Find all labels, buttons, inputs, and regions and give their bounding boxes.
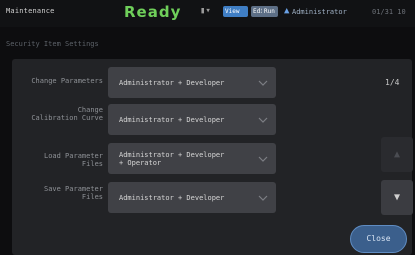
select-change-calibration-curve[interactable]: Administrator + Developer (108, 104, 276, 135)
close-button[interactable]: Close (350, 225, 407, 253)
select-value: Administrator + Developer (119, 78, 225, 87)
scroll-up-button[interactable]: ▲ (381, 137, 413, 172)
scroll-up-icon: ▲ (393, 149, 401, 160)
mode-label: Maintenance (6, 7, 55, 15)
scroll-down-button[interactable]: ▼ (381, 180, 413, 215)
label-save-parameter-files: Save Parameter Files (43, 185, 103, 201)
badge-view[interactable]: View (223, 6, 248, 17)
chevron-down-icon (258, 195, 268, 201)
label-load-parameter-files: Load Parameter Files (43, 152, 103, 168)
chevron-down-icon (258, 156, 268, 162)
user-icon: ▲ (284, 6, 290, 16)
user-name[interactable]: Administrator (292, 8, 347, 16)
select-load-parameter-files[interactable]: Administrator + Developer + Operator (108, 143, 276, 174)
select-value: Administrator + Developer + Operator (119, 150, 225, 167)
badge-run[interactable]: Run (262, 6, 278, 17)
select-value: Administrator + Developer (119, 193, 225, 202)
select-save-parameter-files[interactable]: Administrator + Developer (108, 182, 276, 213)
settings-panel: Change Parameters Administrator + Develo… (12, 59, 412, 255)
chevron-down-icon (258, 80, 268, 86)
tool-menu-icon[interactable]: ▮▾ (200, 6, 211, 16)
status-ready: Ready (124, 3, 182, 21)
select-value: Administrator + Developer (119, 115, 225, 124)
clock: 01/31 10 (372, 8, 406, 16)
label-change-calibration-curve: Change Calibration Curve (31, 106, 103, 122)
select-change-parameters[interactable]: Administrator + Developer (108, 67, 276, 98)
chevron-down-icon (258, 117, 268, 123)
page-title: Security Item Settings (6, 40, 99, 48)
page-indicator: 1/4 (385, 78, 400, 87)
scroll-down-icon: ▼ (393, 192, 401, 203)
label-change-parameters: Change Parameters (31, 77, 103, 85)
top-bar: Maintenance Ready ▮▾ View Edit Run ▲ Adm… (0, 0, 415, 27)
